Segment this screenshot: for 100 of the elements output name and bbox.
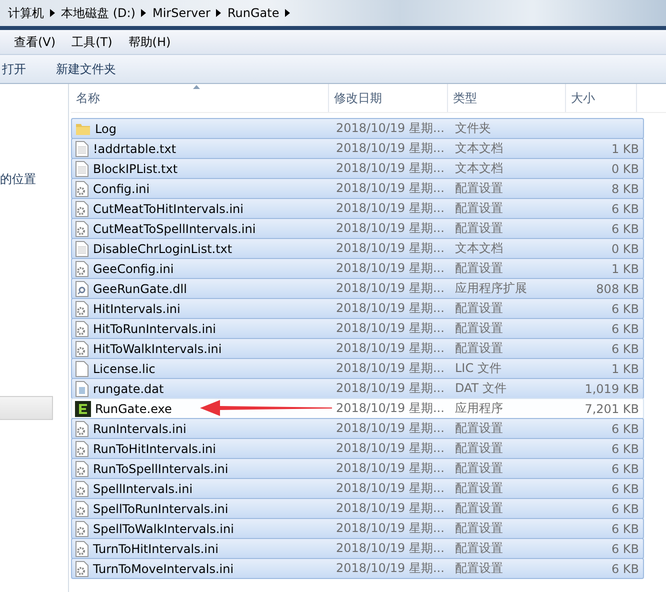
file-row[interactable]: RunIntervals.ini 2018/10/19 星期... 配置设置 6 KB <box>71 418 644 439</box>
breadcrumb-item[interactable]: 本地磁盘 (D:) <box>61 4 136 22</box>
date-cell-text: 2018/10/19 星期... <box>335 120 446 137</box>
breadcrumb-item[interactable]: MirServer <box>152 6 210 20</box>
file-name: HitToRunIntervals.ini <box>93 322 216 336</box>
file-row[interactable]: RunToSpellIntervals.ini 2018/10/19 星期... 配置设置 6 KB <box>71 458 644 479</box>
column-header[interactable]: 大小 <box>566 84 637 112</box>
column-header[interactable]: 名称 <box>71 84 329 112</box>
size-cell-text: 1,019 KB <box>584 382 640 396</box>
file-row[interactable]: GeeRunGate.dll 2018/10/19 星期... 应用程序扩展 808 KB <box>71 278 644 299</box>
size-cell-text: 1 KB <box>610 142 640 156</box>
date-cell-text: 2018/10/19 星期... <box>335 520 446 537</box>
file-name: SpellToRunIntervals.ini <box>93 502 228 516</box>
file-name: RunGate.exe <box>95 402 172 416</box>
file-name: TurnToHitIntervals.ini <box>93 542 218 556</box>
size-cell-text: 8 KB <box>610 182 640 196</box>
type-cell-text: 文本文档 <box>454 160 504 177</box>
date-cell-text: 2018/10/19 星期... <box>335 340 446 357</box>
file-name: RunToSpellIntervals.ini <box>93 462 228 476</box>
menu-item[interactable]: 工具(T) <box>72 34 112 50</box>
file-row[interactable]: HitIntervals.ini 2018/10/19 星期... 配置设置 6 KB <box>71 298 644 319</box>
date-cell-text: 2018/10/19 星期... <box>335 400 446 417</box>
file-row[interactable]: TurnToMoveIntervals.ini 2018/10/19 星期... 配置设置 6 KB <box>71 558 644 579</box>
type-cell-text: 配置设置 <box>454 260 504 277</box>
date-cell-text: 2018/10/19 星期... <box>335 380 446 397</box>
size-cell-text: 6 KB <box>610 342 640 356</box>
file-name: TurnToMoveIntervals.ini <box>93 562 234 576</box>
file-name: DisableChrLoginList.txt <box>93 242 232 256</box>
file-icon <box>75 380 89 396</box>
chevron-icon[interactable] <box>50 9 55 17</box>
menu-item[interactable]: 帮助(H) <box>128 34 171 50</box>
size-cell-text: 7,201 KB <box>584 402 640 416</box>
file-row[interactable]: BlockIPList.txt 2018/10/19 星期... 文本文档 0 KB <box>71 158 644 179</box>
toolbar-button[interactable]: 新建文件夹 <box>56 60 116 78</box>
file-name: License.lic <box>93 362 156 376</box>
type-cell-text: 配置设置 <box>454 480 504 497</box>
chevron-icon[interactable] <box>216 9 222 17</box>
file-name: GeeConfig.ini <box>93 262 174 276</box>
size-cell-text: 6 KB <box>610 542 640 556</box>
nav-item[interactable]: 的位置 <box>0 167 53 191</box>
type-cell-text: 配置设置 <box>454 520 504 537</box>
file-name: CutMeatToSpellIntervals.ini <box>93 222 256 236</box>
size-cell-text: 0 KB <box>610 242 640 256</box>
column-header[interactable]: 类型 <box>448 84 566 112</box>
size-cell-text: 6 KB <box>610 202 640 216</box>
file-row[interactable]: SpellToRunIntervals.ini 2018/10/19 星期... 配置设置 6 KB <box>71 498 644 519</box>
menu-item[interactable]: 查看(V) <box>14 34 56 50</box>
file-row[interactable]: HitToRunIntervals.ini 2018/10/19 星期... 配置设置 6 KB <box>71 318 644 339</box>
text-file-icon <box>75 240 89 256</box>
file-row[interactable]: RunToHitIntervals.ini 2018/10/19 星期... 配置设置 6 KB <box>71 438 644 459</box>
type-cell-text: DAT 文件 <box>454 380 508 397</box>
date-cell-text: 2018/10/19 星期... <box>335 260 446 277</box>
toolbar-button[interactable]: 打开 <box>2 60 26 78</box>
file-name: SpellIntervals.ini <box>93 482 193 496</box>
date-cell-text: 2018/10/19 星期... <box>335 560 446 577</box>
type-cell-text: 应用程序扩展 <box>454 280 528 297</box>
file-row[interactable]: RunGate.exe 2018/10/19 星期... 应用程序 7,201 KB <box>71 398 644 419</box>
breadcrumb-item[interactable]: RunGate <box>227 6 280 20</box>
file-row[interactable]: SpellToWalkIntervals.ini 2018/10/19 星期... 配置设置 6 KB <box>71 518 644 539</box>
size-cell-text: 1 KB <box>610 362 640 376</box>
file-name: HitToWalkIntervals.ini <box>93 342 222 356</box>
file-row[interactable]: HitToWalkIntervals.ini 2018/10/19 星期... 配置设置 6 KB <box>71 338 644 359</box>
file-name: !addrtable.txt <box>93 142 176 156</box>
file-row[interactable]: CutMeatToHitIntervals.ini 2018/10/19 星期... 配置设置 6 KB <box>71 198 644 219</box>
column-header[interactable]: 修改日期 <box>329 84 448 112</box>
file-row[interactable]: GeeConfig.ini 2018/10/19 星期... 配置设置 1 KB <box>71 258 644 279</box>
date-cell-text: 2018/10/19 星期... <box>335 140 446 157</box>
breadcrumb-item[interactable]: 计算机 <box>8 4 44 22</box>
file-row[interactable]: CutMeatToSpellIntervals.ini 2018/10/19 星期... 配置设置 6 KB <box>71 218 644 239</box>
date-cell-text: 2018/10/19 星期... <box>335 200 446 217</box>
file-name: CutMeatToHitIntervals.ini <box>93 202 244 216</box>
date-cell-text: 2018/10/19 星期... <box>335 420 446 437</box>
date-cell-text: 2018/10/19 星期... <box>335 500 446 517</box>
type-cell-text: 配置设置 <box>454 540 504 557</box>
file-row[interactable]: TurnToHitIntervals.ini 2018/10/19 星期... 配置设置 6 KB <box>71 538 644 559</box>
file-row[interactable]: rungate.dat 2018/10/19 星期... DAT 文件 1,019 KB <box>71 378 644 399</box>
date-cell-text: 2018/10/19 星期... <box>335 220 446 237</box>
file-row[interactable]: !addrtable.txt 2018/10/19 星期... 文本文档 1 KB <box>71 138 644 159</box>
file-name: rungate.dat <box>93 382 164 396</box>
type-cell-text: 配置设置 <box>454 500 504 517</box>
type-cell-text: 文件夹 <box>454 120 492 137</box>
type-cell-text: 配置设置 <box>454 220 504 237</box>
type-cell-text: 文本文档 <box>454 140 504 157</box>
chevron-icon[interactable] <box>141 9 146 17</box>
date-cell-text: 2018/10/19 星期... <box>335 460 446 477</box>
file-row[interactable]: Config.ini 2018/10/19 星期... 配置设置 8 KB <box>71 178 644 199</box>
file-row[interactable]: DisableChrLoginList.txt 2018/10/19 星期... 文本文档 0 KB <box>71 238 644 259</box>
type-cell-text: 配置设置 <box>454 200 504 217</box>
chevron-icon[interactable] <box>285 9 290 17</box>
type-cell-text: 配置设置 <box>454 320 504 337</box>
size-cell-text: 1 KB <box>610 262 640 276</box>
file-row[interactable]: SpellIntervals.ini 2018/10/19 星期... 配置设置 6 KB <box>71 478 644 499</box>
file-name: RunIntervals.ini <box>93 422 186 436</box>
file-row[interactable]: License.lic 2018/10/19 星期... LIC 文件 1 KB <box>71 358 644 379</box>
size-cell-text: 6 KB <box>610 222 640 236</box>
file-row[interactable]: Log 2018/10/19 星期... 文件夹 <box>71 118 644 139</box>
size-cell-text: 6 KB <box>610 502 640 516</box>
file-name: Config.ini <box>93 182 150 196</box>
file-name: GeeRunGate.dll <box>93 282 187 296</box>
size-cell-text: 6 KB <box>610 422 640 436</box>
